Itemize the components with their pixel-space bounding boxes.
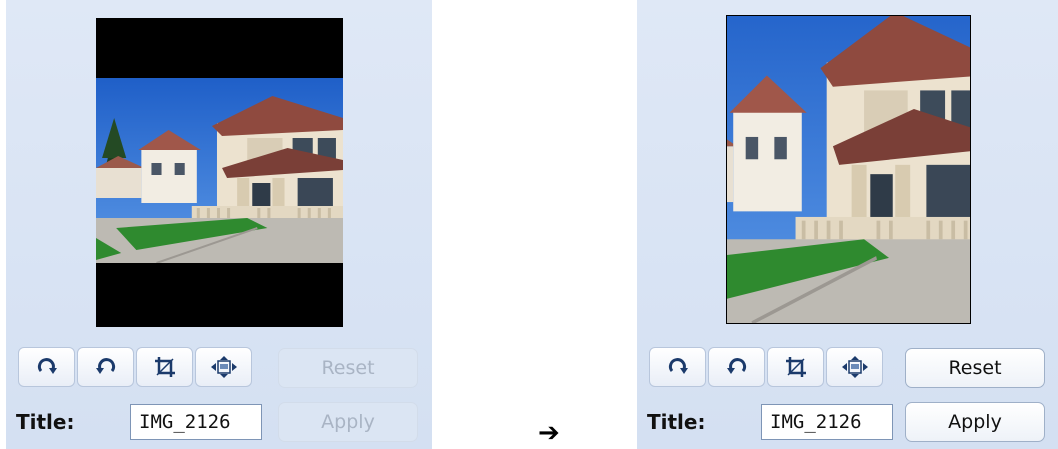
transition-arrow: ➔: [538, 418, 560, 448]
rotate-counterclockwise-icon: [95, 358, 115, 374]
apply-button[interactable]: Apply: [905, 402, 1045, 442]
apply-button[interactable]: Apply: [278, 402, 418, 442]
crop-icon: [785, 357, 806, 377]
title-input[interactable]: IMG_2126: [761, 404, 893, 440]
crop-button[interactable]: [767, 347, 824, 387]
fit-to-frame-button[interactable]: [195, 347, 252, 387]
rotate-counterclockwise-icon: [726, 358, 746, 374]
rotate-clockwise-icon: [37, 358, 57, 374]
crop-icon: [154, 357, 175, 377]
rotate-clockwise-button[interactable]: [649, 347, 706, 387]
house-photo-cropped: [727, 16, 970, 323]
rotate-clockwise-button[interactable]: [18, 347, 75, 387]
image-tools-after: [649, 347, 885, 387]
rotate-clockwise-icon: [668, 358, 688, 374]
reset-button[interactable]: Reset: [278, 348, 418, 388]
before-panel: Reset Apply Title: IMG_2126: [6, 0, 432, 449]
fit-to-frame-icon: [841, 356, 868, 378]
house-photo: [96, 78, 343, 263]
rotate-counterclockwise-button[interactable]: [77, 347, 134, 387]
title-input[interactable]: IMG_2126: [130, 404, 262, 440]
image-tools-before: [18, 347, 254, 387]
title-label: Title:: [647, 410, 706, 434]
after-panel: Reset Apply Title: IMG_2126: [637, 0, 1058, 449]
rotate-counterclockwise-button[interactable]: [708, 347, 765, 387]
fit-to-frame-icon: [210, 356, 237, 378]
reset-button[interactable]: Reset: [905, 348, 1045, 388]
photo-preview-before: [96, 18, 343, 327]
crop-button[interactable]: [136, 347, 193, 387]
fit-to-frame-button[interactable]: [826, 347, 883, 387]
photo-preview-after: [726, 15, 971, 324]
title-label: Title:: [16, 410, 75, 434]
